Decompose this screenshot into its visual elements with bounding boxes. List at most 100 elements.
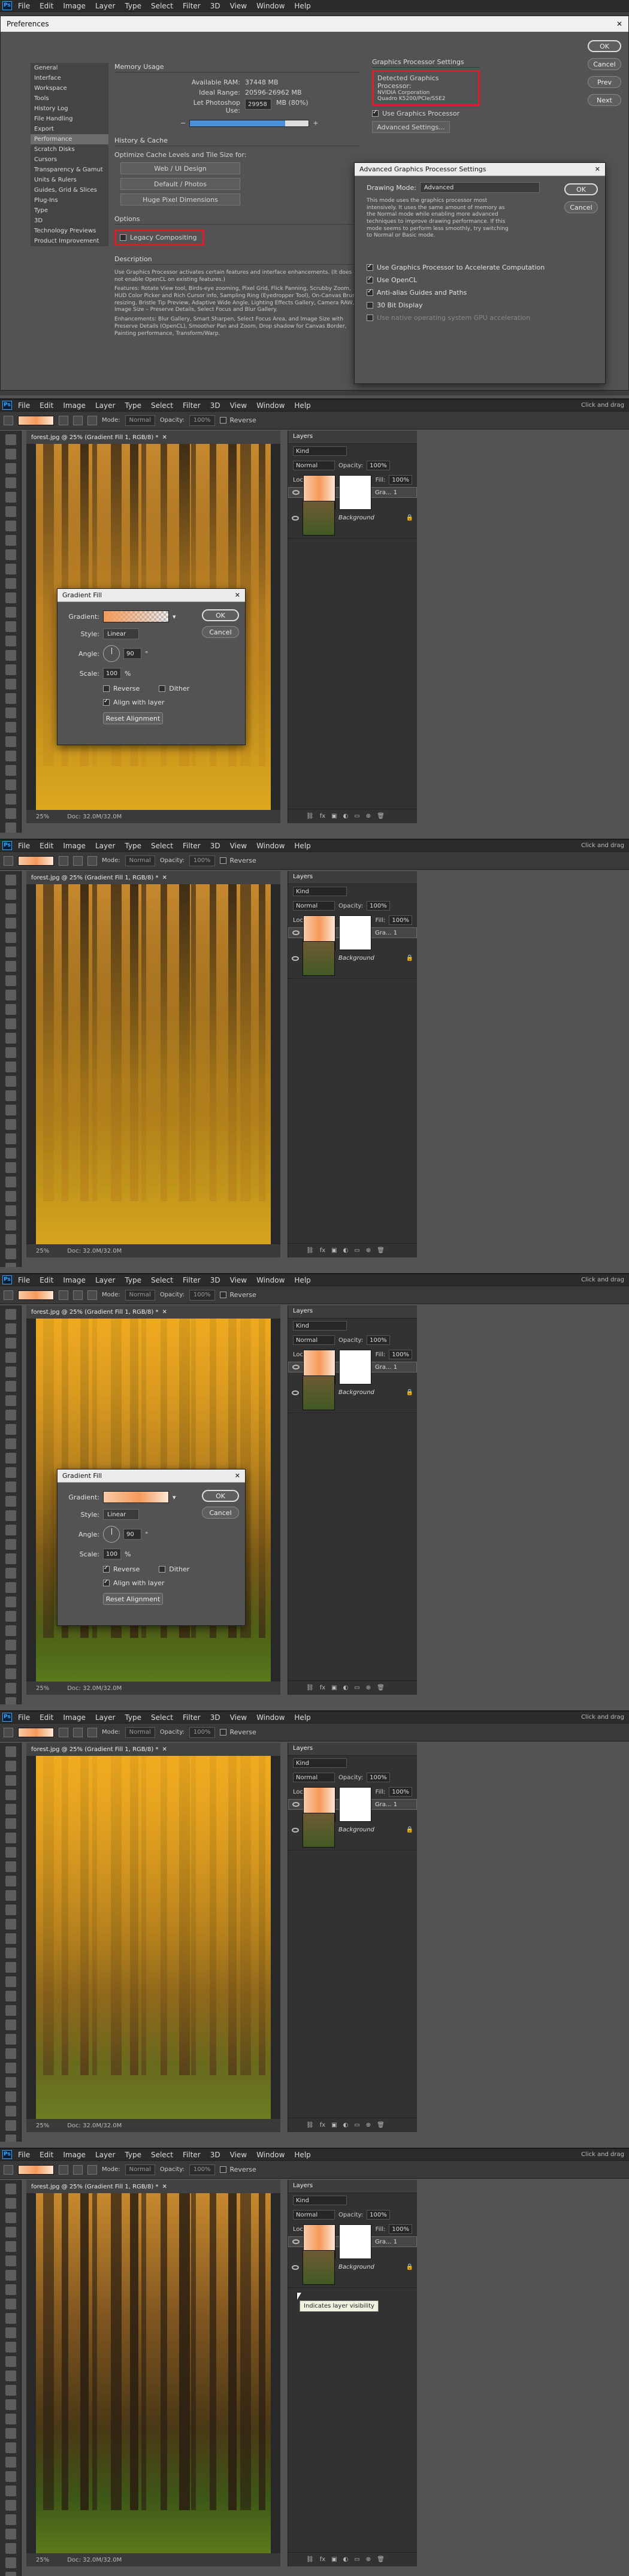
scale-input[interactable]: 100 [103,668,121,679]
category-item[interactable]: 3D [31,216,108,226]
tool-icon[interactable] [5,521,16,531]
menu-image[interactable]: Image [59,1276,89,1284]
tool-icon[interactable] [5,1467,16,1478]
tool-icon[interactable] [5,693,16,704]
tool-icon[interactable] [5,961,16,972]
tool-icon[interactable] [5,1496,16,1507]
fill-field[interactable]: 100% [389,1787,412,1797]
angle-gradient-icon[interactable] [87,855,97,866]
tool-icon[interactable] [5,2048,16,2059]
new-layer-icon[interactable]: ⊕ [366,2556,371,2563]
cancel-button[interactable]: Cancel [588,58,621,70]
menu-type[interactable]: Type [121,1713,145,1722]
fx-icon[interactable]: fx [320,2122,325,2128]
angle-gradient-icon[interactable] [87,1290,97,1300]
tool-icon[interactable] [5,1424,16,1435]
tool-icon[interactable] [5,2034,16,2045]
tool-icon[interactable] [5,1833,16,1843]
tool-icon[interactable] [5,463,16,474]
tool-icon[interactable] [5,918,16,929]
trash-icon[interactable]: 🗑 [377,1685,385,1691]
adjustment-icon[interactable]: ◐ [343,2556,349,2563]
tool-icon[interactable] [5,947,16,957]
eye-icon[interactable] [292,1802,300,1807]
tool-icon[interactable] [5,708,16,718]
tool-icon[interactable] [5,823,16,833]
tool-icon[interactable] [5,1697,16,1704]
category-item[interactable]: Cursors [31,155,108,165]
eye-icon[interactable] [292,956,299,961]
trash-icon[interactable]: 🗑 [377,2122,385,2128]
angle-input[interactable]: 90 [123,1529,141,1540]
mode-select[interactable]: Normal [125,1727,155,1738]
tool-icon[interactable] [5,2212,16,2223]
menu-select[interactable]: Select [147,842,177,850]
chevron-down-icon[interactable]: ▾ [173,1493,176,1501]
style-select[interactable]: Linear [103,628,139,639]
tool-icon[interactable] [5,1640,16,1650]
layers-tab[interactable]: Layers [288,1305,417,1319]
eye-icon[interactable] [292,490,300,495]
menu-help[interactable]: Help [291,2,314,10]
tool-icon[interactable] [5,2077,16,2088]
tool-icon[interactable] [5,607,16,618]
tool-icon[interactable] [5,2091,16,2102]
tool-preset-icon[interactable] [4,855,13,866]
new-layer-icon[interactable]: ⊕ [366,1685,371,1691]
angle-gradient-icon[interactable] [87,415,97,425]
opacity-field[interactable]: 100% [367,461,390,470]
angle-dial[interactable] [103,1526,120,1543]
tool-icon[interactable] [5,1654,16,1665]
tool-icon[interactable] [5,2486,16,2496]
category-item[interactable]: General [31,63,108,73]
menu-select[interactable]: Select [147,1713,177,1722]
tool-icon[interactable] [5,975,16,986]
menu-3d[interactable]: 3D [207,2151,224,2159]
close-icon[interactable]: ✕ [235,1472,240,1480]
tool-icon[interactable] [5,1976,16,1987]
tool-icon[interactable] [5,1133,16,1144]
opacity-input[interactable]: 100% [189,1727,215,1738]
canvas[interactable] [36,884,271,1244]
opacity-field[interactable]: 100% [367,1773,390,1782]
tool-icon[interactable] [5,2557,16,2568]
tool-icon[interactable] [5,2241,16,2252]
new-layer-icon[interactable]: ⊕ [366,1247,371,1254]
let-use-input[interactable]: 29958 [245,99,271,110]
tool-icon[interactable] [5,875,16,885]
canvas[interactable] [36,1756,271,2119]
tool-icon[interactable] [5,1047,16,1058]
fx-icon[interactable]: fx [320,2556,325,2563]
adjustment-icon[interactable]: ◐ [343,813,349,820]
category-item[interactable]: Guides, Grid & Slices [31,185,108,195]
tool-icon[interactable] [5,2543,16,2554]
adjustment-icon[interactable]: ◐ [343,2122,349,2128]
menu-view[interactable]: View [226,2151,250,2159]
link-icon[interactable]: ⛓ [306,1247,314,1254]
layers-tab[interactable]: Layers [288,431,417,444]
tool-icon[interactable] [5,1568,16,1579]
tool-icon[interactable] [5,1804,16,1815]
zoom-level[interactable]: 25% [36,1248,49,1254]
menu-3d[interactable]: 3D [207,842,224,850]
tool-icon[interactable] [5,2385,16,2396]
tool-icon[interactable] [5,664,16,675]
radial-gradient-icon[interactable] [73,1290,83,1300]
folder-icon[interactable]: ▭ [354,2122,359,2128]
tool-icon[interactable] [5,1525,16,1535]
document-tab[interactable]: forest.jpg @ 25% (Gradient Fill 1, RGB/8… [26,431,280,444]
close-icon[interactable]: ✕ [235,591,240,599]
gradient-cancel-button[interactable]: Cancel [202,626,239,638]
tool-icon[interactable] [5,1205,16,1216]
eye-icon[interactable] [292,2264,299,2270]
tool-icon[interactable] [5,1438,16,1449]
document-tab[interactable]: forest.jpg @ 25% (Gradient Fill 1, RGB/8… [26,2180,280,2193]
tool-icon[interactable] [5,449,16,459]
kind-filter[interactable]: Kind [293,1321,347,1331]
slider-plus-icon[interactable]: + [313,119,318,127]
gradient-swatch[interactable] [18,855,54,866]
category-item[interactable]: Plug-Ins [31,195,108,205]
adjustment-icon[interactable]: ◐ [343,1685,349,1691]
menu-select[interactable]: Select [147,2151,177,2159]
tool-icon[interactable] [5,2500,16,2511]
